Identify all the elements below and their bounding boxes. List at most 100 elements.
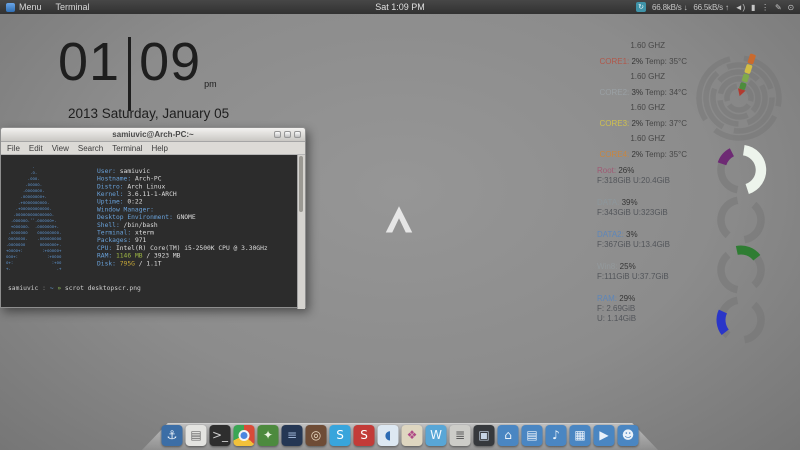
terminal-menu-search[interactable]: Search xyxy=(78,144,103,153)
core-stats: CORE4: 2% Temp: 35°C xyxy=(577,147,687,163)
dock-docky-anchor[interactable]: ⚓ xyxy=(162,425,183,446)
arch-ascii-art: . .o. .ooo. .ooooo. .ooooooo. .oooooooo+… xyxy=(6,164,61,272)
maximize-button[interactable] xyxy=(284,131,291,138)
terminal-menu-help[interactable]: Help xyxy=(151,144,167,153)
archey-label: Desktop Environment: xyxy=(97,214,173,221)
archey-label: Disk: xyxy=(97,260,116,267)
archey-value: Intel(R) Core(TM) i5-2500K CPU @ 3.30GHz xyxy=(112,245,268,252)
disk-detail: F:367GiB U:13.4GiB xyxy=(597,240,727,250)
clock-minute: 09 xyxy=(139,33,201,91)
archey-label: CPU: xyxy=(97,245,112,252)
dock-user-switcher[interactable]: ☻ xyxy=(618,425,639,446)
dock-file-manager[interactable]: ▤ xyxy=(186,425,207,446)
archey-value: GNOME xyxy=(173,214,196,221)
dock-terminal-app[interactable]: >_ xyxy=(210,425,231,446)
archey-value: 971 xyxy=(131,237,146,244)
dock-music-folder[interactable]: ♪ xyxy=(546,425,567,446)
tray-net-up-speed[interactable]: 66.5kB/s ↑ xyxy=(693,3,728,12)
conky-disk-monitor: Root: 26%F:318GiB U:20.4GiB DATA: 39%F:34… xyxy=(597,166,727,336)
terminal-menu-view[interactable]: View xyxy=(52,144,69,153)
dock-paint-app[interactable]: ❖ xyxy=(402,425,423,446)
distro-menu-icon[interactable] xyxy=(6,3,15,12)
archey-line: User: samiuvic xyxy=(97,168,293,176)
dock-lens-app[interactable]: ◎ xyxy=(306,425,327,446)
clock-meridiem: pm xyxy=(204,79,217,89)
dock-pictures-folder[interactable]: ▦ xyxy=(570,425,591,446)
archey-value: Arch Linux xyxy=(124,183,166,190)
archey-value: xterm xyxy=(131,230,154,237)
dock-home-folder[interactable]: ⌂ xyxy=(498,425,519,446)
menu-button[interactable]: Menu xyxy=(19,2,42,12)
dock-red-s-app[interactable]: S xyxy=(354,425,375,446)
dock-skype[interactable]: S xyxy=(330,425,351,446)
core-label: CORE2: xyxy=(599,88,631,97)
terminal-menu-edit[interactable]: Edit xyxy=(29,144,43,153)
terminal-menu-terminal[interactable]: Terminal xyxy=(112,144,142,153)
prompt-command: scrot desktopscr.png xyxy=(65,285,141,292)
dock-chrome[interactable] xyxy=(234,425,255,446)
dock-documents-folder[interactable]: ▤ xyxy=(522,425,543,446)
archey-label: Uptime: xyxy=(97,199,124,206)
tray-edit-icon[interactable]: ✎ xyxy=(775,3,782,12)
archey-line: Hostname: Arch-PC xyxy=(97,176,293,184)
prompt-caret: » xyxy=(54,285,65,292)
tray-indicator-dots-icon[interactable]: ⋮ xyxy=(761,3,769,12)
core-stats: CORE1: 2% Temp: 35°C xyxy=(577,54,687,70)
archey-line: Disk: 795G / 1.1T xyxy=(97,260,293,268)
dock-mixer-app[interactable]: ≣ xyxy=(450,425,471,446)
tray-volume-icon[interactable]: ◄) xyxy=(735,3,745,12)
core-load: 2% xyxy=(631,119,645,128)
disk-root: Root: 26%F:318GiB U:20.4GiB xyxy=(597,166,727,186)
tray-battery-icon[interactable]: ▮ xyxy=(751,3,755,12)
dock-navy-app[interactable]: ≡ xyxy=(282,425,303,446)
disk-data2: DATA2: 3%F:367GiB U:13.4GiB xyxy=(597,230,727,250)
dock-videos-folder[interactable]: ▶ xyxy=(594,425,615,446)
tray-power-icon[interactable]: ⊙ xyxy=(787,3,794,12)
cpu-ring-gauge xyxy=(693,36,789,146)
active-window-label[interactable]: Terminal xyxy=(56,2,90,12)
disk-percent: 3% xyxy=(626,230,638,239)
terminal-scrollbar[interactable] xyxy=(297,155,305,309)
close-button[interactable] xyxy=(294,131,301,138)
top-panel: Menu Terminal Sat 1:09 PM ↻ 66.8kB/s ↓ 66.… xyxy=(0,0,800,14)
disk-win8: Win8: 25%F:111GiB U:37.7GiB xyxy=(597,262,727,282)
dock-swirl-app[interactable]: ◖ xyxy=(378,425,399,446)
dock-displays[interactable]: ▣ xyxy=(474,425,495,446)
clock-separator xyxy=(128,37,131,111)
archey-value: 3.6.11-1-ARCH xyxy=(124,191,177,198)
archey-line: Kernel: 3.6.11-1-ARCH xyxy=(97,191,293,199)
terminal-window: samiuvic@Arch-PC:~ File Edit View Search Ter… xyxy=(0,127,306,308)
disk-data: DATA: 39%F:343GiB U:323GiB xyxy=(597,198,727,218)
dock-green-star-app[interactable]: ✦ xyxy=(258,425,279,446)
conky-clock-widget: 01 09 pm 2013 Saturday, January 05 xyxy=(58,33,229,121)
clock-date: 2013 Saturday, January 05 xyxy=(58,106,229,121)
tray-net-down-speed[interactable]: 66.8kB/s ↓ xyxy=(652,3,687,12)
core-label: CORE3: xyxy=(599,119,631,128)
archey-label: Terminal: xyxy=(97,230,131,237)
core-load: 2% xyxy=(631,150,645,159)
disk-percent: 39% xyxy=(622,198,638,207)
archey-label: Packages: xyxy=(97,237,131,244)
ram-used: U: 1.14GiB xyxy=(597,314,727,324)
archey-highlight: 1146 MB xyxy=(112,253,142,260)
disk-label: Root: xyxy=(597,166,618,175)
core-stats: CORE3: 2% Temp: 37°C xyxy=(577,116,687,132)
archey-line: Distro: Arch Linux xyxy=(97,183,293,191)
tray-updates-tray-icon[interactable]: ↻ xyxy=(636,2,646,12)
dock-wave-app[interactable]: W xyxy=(426,425,447,446)
scrollbar-thumb[interactable] xyxy=(299,156,303,212)
disk-percent: 26% xyxy=(618,166,634,175)
terminal-menu-file[interactable]: File xyxy=(7,144,20,153)
core-frequency: 1.60 GHZ xyxy=(577,100,687,116)
terminal-content[interactable]: . .o. .ooo. .ooooo. .ooooooo. .oooooooo+… xyxy=(1,155,305,309)
cpu-ring-segment xyxy=(727,86,737,101)
core-frequency: 1.60 GHZ xyxy=(577,38,687,54)
ram-usage-line: RAM: 29% xyxy=(597,294,727,304)
terminal-titlebar[interactable]: samiuvic@Arch-PC:~ xyxy=(1,128,305,142)
core-frequency: 1.60 GHZ xyxy=(577,69,687,85)
minimize-button[interactable] xyxy=(274,131,281,138)
system-tray: ↻ 66.8kB/s ↓ 66.5kB/s ↑ ◄) ▮ ⋮ ✎ ⊙ xyxy=(636,2,794,12)
archey-value: / 3923 MB xyxy=(143,253,181,260)
panel-clock[interactable]: Sat 1:09 PM xyxy=(375,2,425,12)
archey-label: Shell: xyxy=(97,222,120,229)
